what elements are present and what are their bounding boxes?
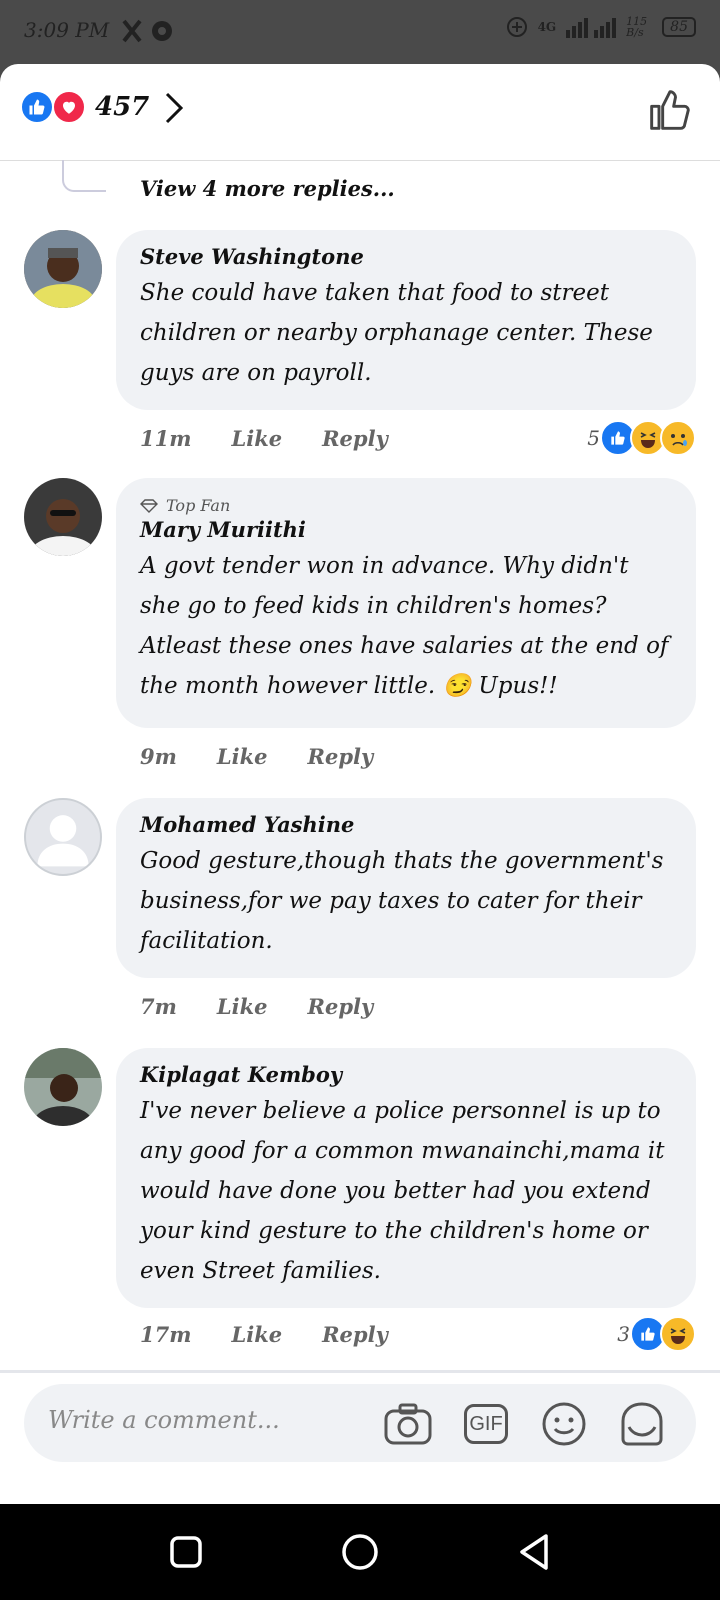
comment-text: I've never believe a police personnel is… (140, 1098, 665, 1284)
avatar[interactable] (24, 478, 102, 556)
comment-time: 9m (140, 744, 177, 769)
status-time: 3:09 PM (24, 18, 110, 42)
notification-icons (122, 18, 182, 50)
love-reaction-icon[interactable] (52, 90, 86, 124)
avatar[interactable] (24, 1048, 102, 1126)
comment-bubble: Top Fan Mary Muriithi A govt tender won … (116, 478, 696, 728)
like-comment-button[interactable]: Like (231, 1322, 282, 1347)
top-fan-label: Top Fan (166, 496, 231, 515)
reply-button[interactable]: Reply (308, 744, 374, 769)
home-button[interactable] (336, 1528, 384, 1576)
chevron-right-icon[interactable] (162, 90, 186, 126)
recent-apps-button[interactable] (162, 1528, 210, 1576)
comment-time: 7m (140, 994, 177, 1019)
composer-divider (0, 1370, 720, 1373)
comment-reaction-count: 3 (617, 1322, 630, 1346)
status-right: 4G 115 B/s 85 (506, 16, 696, 38)
comment-actions: 9m Like Reply (140, 744, 373, 769)
like-reaction-icon[interactable] (20, 90, 54, 124)
reactions-header: 457 (0, 64, 720, 161)
comment-text: She could have taken that food to street… (140, 280, 653, 386)
comment-bubble: Mohamed Yashine Good gesture,though that… (116, 798, 696, 978)
sticker-icon[interactable] (616, 1398, 668, 1450)
sad-reaction-icon (660, 420, 696, 456)
view-more-replies-link[interactable]: View 4 more replies... (140, 176, 395, 201)
signal-icon (566, 18, 617, 38)
commenter-name[interactable]: Steve Washingtone (140, 244, 674, 269)
comment-time: 11m (140, 426, 192, 451)
like-comment-button[interactable]: Like (217, 744, 268, 769)
system-nav-bar (0, 1504, 720, 1600)
reply-button[interactable]: Reply (322, 426, 388, 451)
like-comment-button[interactable]: Like (217, 994, 268, 1019)
haha-reaction-icon (660, 1316, 696, 1352)
data-saver-icon (506, 17, 527, 37)
comments-sheet: 457 View 4 more replies... Steve Washing… (0, 64, 720, 1504)
status-bar: 3:09 PM 4G 115 B/s 85 (0, 0, 720, 64)
comment-reactions[interactable]: 5 (587, 420, 696, 456)
top-fan-badge: Top Fan (140, 496, 674, 515)
commenter-name[interactable]: Kiplagat Kemboy (140, 1062, 674, 1087)
back-button[interactable] (510, 1528, 558, 1576)
comment-bubble: Steve Washingtone She could have taken t… (116, 230, 696, 410)
reply-thread-connector (62, 160, 106, 192)
comment-text: Good gesture,though thats the government… (140, 848, 664, 954)
reaction-count[interactable]: 457 (95, 92, 149, 122)
battery-icon: 85 (662, 17, 696, 37)
camera-icon[interactable] (382, 1398, 434, 1450)
comment-bubble: Kiplagat Kemboy I've never believe a pol… (116, 1048, 696, 1308)
comment-actions: 7m Like Reply (140, 994, 373, 1019)
comment-text: A govt tender won in advance. Why didn't… (140, 553, 669, 699)
avatar[interactable] (24, 230, 102, 308)
commenter-name[interactable]: Mary Muriithi (140, 517, 674, 542)
comment-time: 17m (140, 1322, 192, 1347)
comment-reactions[interactable]: 3 (617, 1316, 696, 1352)
x-app-icon (122, 19, 172, 43)
reply-button[interactable]: Reply (322, 1322, 388, 1347)
network-type: 4G (537, 20, 557, 34)
comment-actions: 11m Like Reply (140, 426, 388, 451)
diamond-icon (140, 498, 158, 513)
comment-composer[interactable]: Write a comment... GIF (24, 1384, 696, 1462)
commenter-name[interactable]: Mohamed Yashine (140, 812, 674, 837)
emoji-icon[interactable] (538, 1398, 590, 1450)
reply-button[interactable]: Reply (308, 994, 374, 1019)
gif-icon[interactable]: GIF (460, 1398, 512, 1450)
like-post-icon[interactable] (648, 88, 692, 132)
comment-reaction-count: 5 (587, 426, 600, 450)
gif-label: GIF (464, 1404, 508, 1444)
comment-input[interactable]: Write a comment... (48, 1406, 280, 1434)
like-comment-button[interactable]: Like (231, 426, 282, 451)
comment-actions: 17m Like Reply (140, 1322, 388, 1347)
data-speed: 115 B/s (626, 15, 648, 39)
default-avatar-icon[interactable] (24, 798, 102, 876)
